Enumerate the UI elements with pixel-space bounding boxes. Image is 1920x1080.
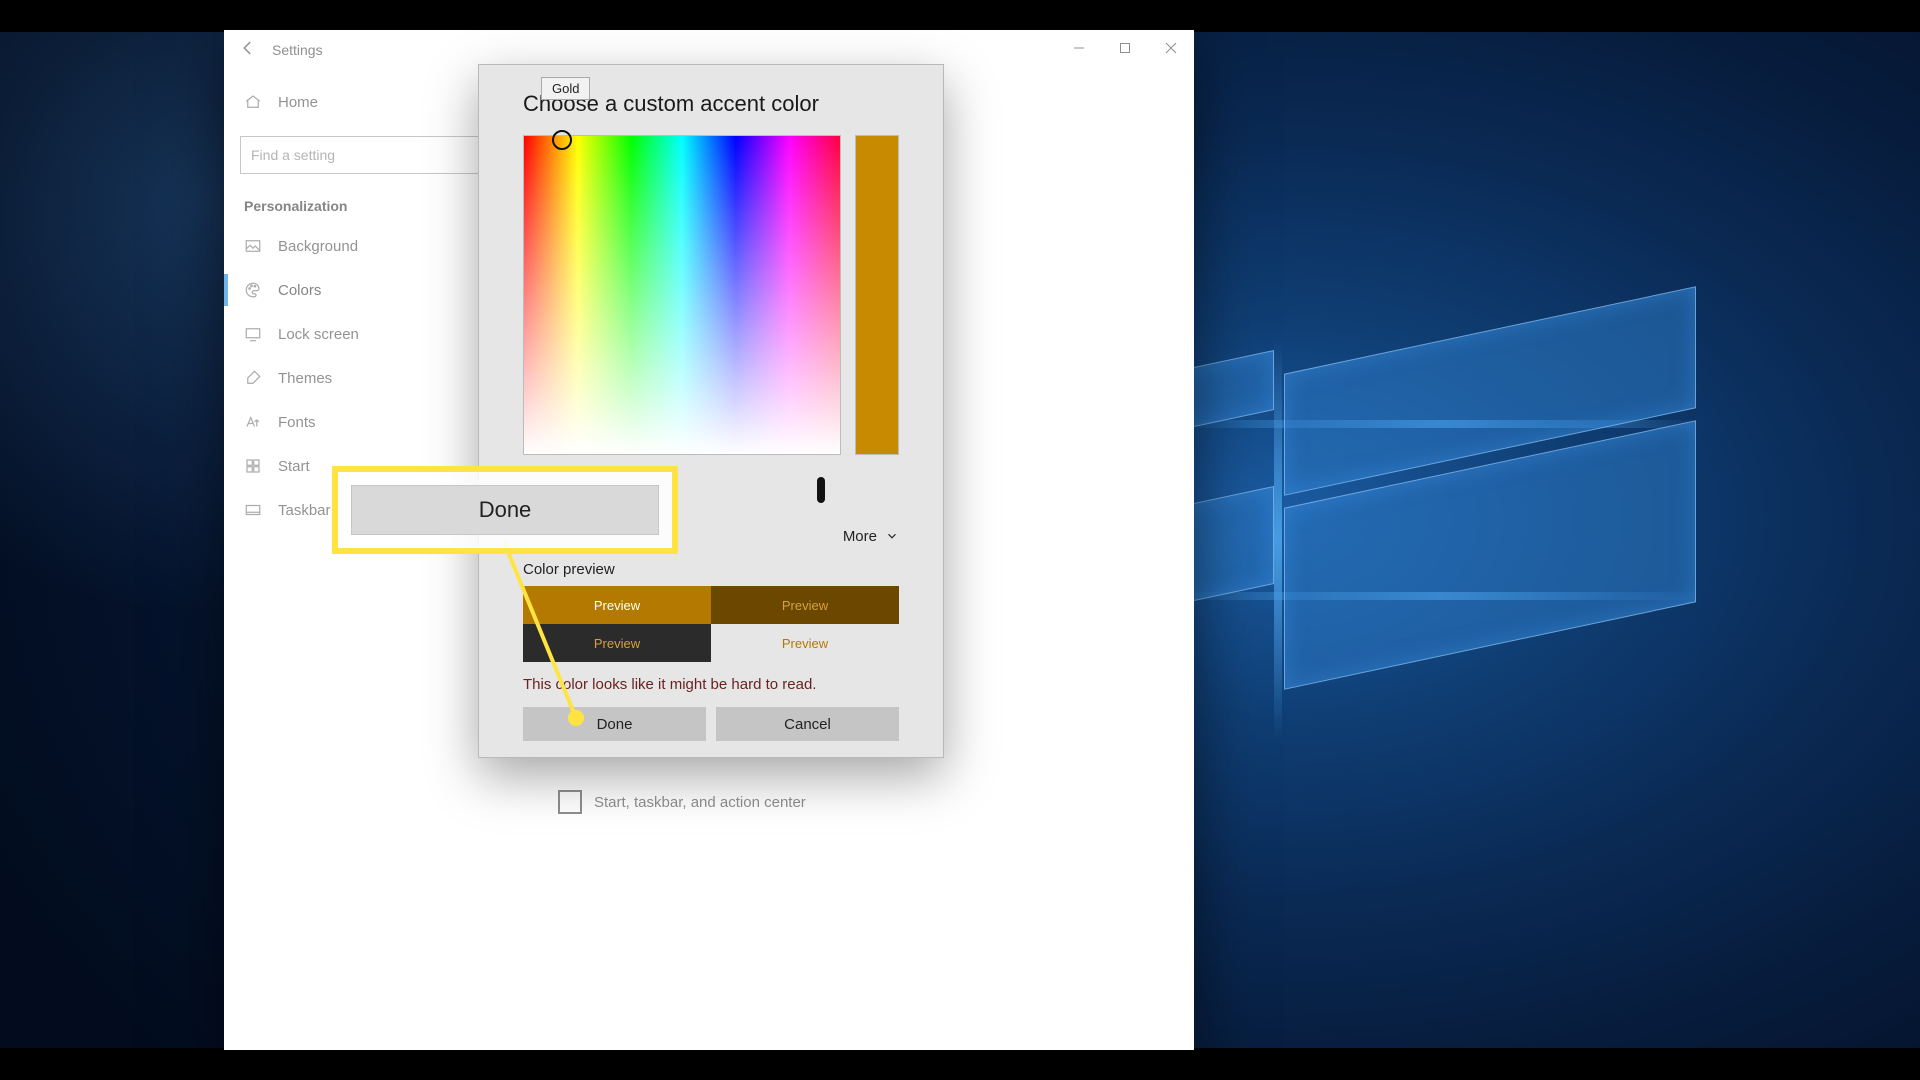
maximize-button[interactable] bbox=[1102, 30, 1148, 70]
windows-logo bbox=[1180, 360, 1700, 720]
done-label: Done bbox=[597, 716, 633, 733]
preview-tile-dark-accent: Preview bbox=[711, 586, 899, 624]
close-button[interactable] bbox=[1148, 30, 1194, 70]
sidebar-item-label: Lock screen bbox=[278, 326, 359, 343]
desktop-background: Settings Home Find a bbox=[0, 0, 1920, 1080]
more-label: More bbox=[843, 528, 877, 545]
search-input[interactable]: Find a setting bbox=[240, 136, 508, 174]
done-button[interactable]: Done bbox=[523, 707, 706, 741]
color-spectrum[interactable] bbox=[523, 135, 841, 455]
cancel-label: Cancel bbox=[784, 716, 831, 733]
grid-icon bbox=[244, 457, 262, 475]
preview-tile-dark: Preview bbox=[523, 624, 711, 662]
taskbar-icon bbox=[244, 501, 262, 519]
maximize-icon bbox=[1119, 41, 1131, 59]
annotation-label: Done bbox=[479, 497, 532, 523]
sidebar-item-label: Fonts bbox=[278, 414, 316, 431]
font-icon bbox=[244, 413, 262, 431]
checkbox-start-taskbar[interactable]: Start, taskbar, and action center bbox=[558, 790, 1160, 814]
slider-thumb-icon[interactable] bbox=[817, 477, 825, 503]
preview-tile-grey: Preview bbox=[711, 624, 899, 662]
color-tooltip: Gold bbox=[541, 77, 590, 100]
sidebar-item-label: Colors bbox=[278, 282, 321, 299]
sidebar-home-label: Home bbox=[278, 94, 318, 111]
letterbox-bottom bbox=[0, 1048, 1920, 1080]
sidebar-item-label: Taskbar bbox=[278, 502, 331, 519]
letterbox-top bbox=[0, 0, 1920, 32]
back-button[interactable] bbox=[224, 30, 272, 70]
selected-color-swatch bbox=[855, 135, 899, 455]
home-icon bbox=[244, 93, 262, 111]
preview-tile-light: Preview bbox=[523, 586, 711, 624]
brush-icon bbox=[244, 369, 262, 387]
preview-heading: Color preview bbox=[523, 561, 899, 578]
picture-icon bbox=[244, 237, 262, 255]
sidebar-item-label: Start bbox=[278, 458, 310, 475]
monitor-icon bbox=[244, 325, 262, 343]
palette-icon bbox=[244, 281, 262, 299]
window-controls bbox=[1056, 30, 1194, 70]
search-placeholder: Find a setting bbox=[251, 147, 335, 163]
minimize-icon bbox=[1073, 41, 1085, 59]
contrast-warning: This color looks like it might be hard t… bbox=[523, 676, 899, 693]
annotation-callout: Done bbox=[332, 466, 678, 554]
preview-grid: Preview Preview Preview Preview bbox=[523, 586, 899, 662]
close-icon bbox=[1165, 41, 1177, 59]
window-title: Settings bbox=[272, 42, 323, 58]
sidebar-item-label: Themes bbox=[278, 370, 332, 387]
annotation-button: Done bbox=[351, 485, 659, 535]
checkbox-icon bbox=[558, 790, 582, 814]
sidebar-item-label: Background bbox=[278, 238, 358, 255]
arrow-left-icon bbox=[239, 39, 257, 62]
cancel-button[interactable]: Cancel bbox=[716, 707, 899, 741]
color-picker-dialog: Gold Choose a custom accent color More C… bbox=[478, 64, 944, 758]
spectrum-cursor-icon[interactable] bbox=[552, 130, 572, 150]
checkbox-label: Start, taskbar, and action center bbox=[594, 794, 806, 811]
chevron-down-icon bbox=[885, 529, 899, 543]
minimize-button[interactable] bbox=[1056, 30, 1102, 70]
